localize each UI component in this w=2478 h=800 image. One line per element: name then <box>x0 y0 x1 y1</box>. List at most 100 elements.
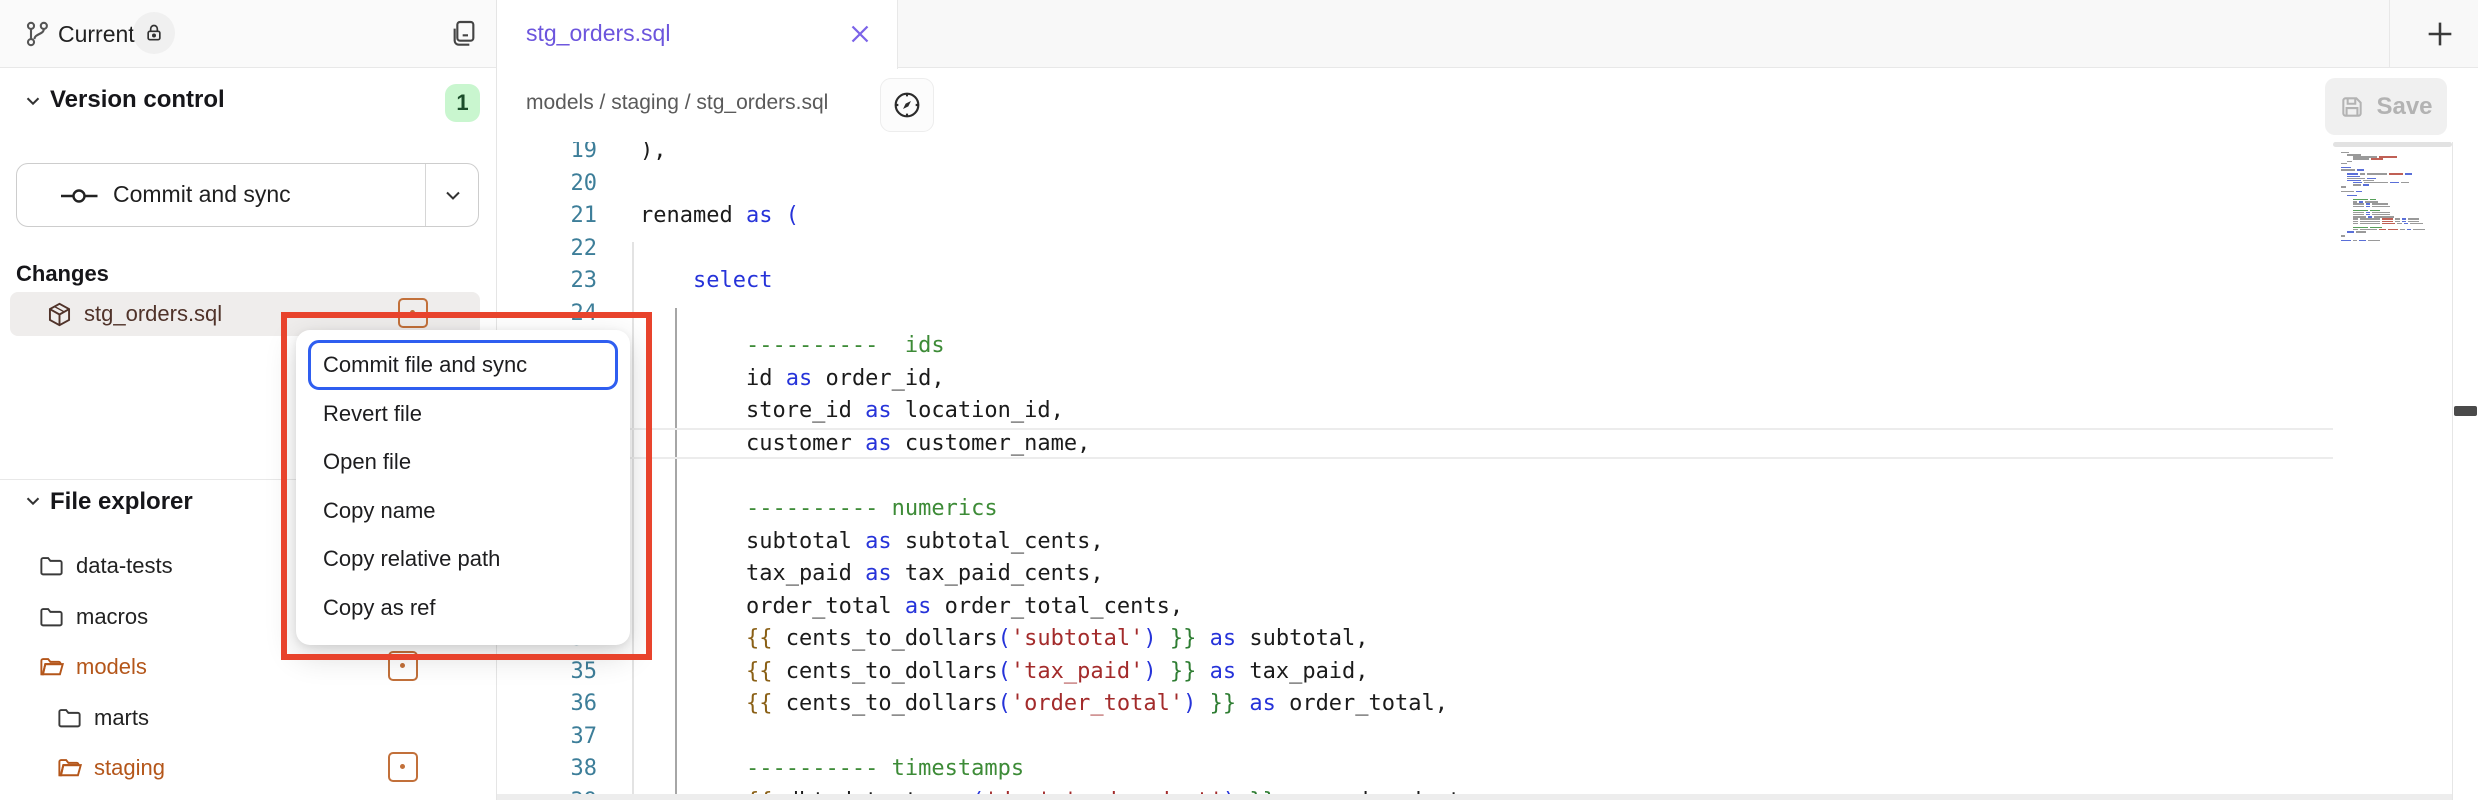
line-number: 24 <box>537 297 597 330</box>
code-text: {{ cents_to_dollars('subtotal') }} as su… <box>640 622 1369 655</box>
compass-icon <box>891 89 923 121</box>
git-branch-icon <box>24 20 52 48</box>
code-text: {{ cents_to_dollars('order_total') }} as… <box>640 687 1448 720</box>
line-number: 37 <box>537 720 597 753</box>
code-text: select <box>640 264 772 297</box>
file-context-menu: Commit file and sync Revert file Open file… <box>296 330 630 645</box>
code-line-20[interactable]: 20 <box>497 167 2478 200</box>
panel-divider <box>2452 142 2453 800</box>
code-line-26[interactable]: 26 id as order_id, <box>497 362 2478 395</box>
horizontal-scrollbar[interactable] <box>497 794 2452 800</box>
code-text: ---------- timestamps <box>640 752 1024 785</box>
line-number: 38 <box>537 752 597 785</box>
menu-item-open-file[interactable]: Open file <box>296 438 630 487</box>
explorer-item-marts[interactable]: marts <box>0 694 496 745</box>
code-text: id as order_id, <box>640 362 945 395</box>
explorer-item-models[interactable]: models <box>0 643 496 694</box>
save-button[interactable]: Save <box>2325 78 2447 135</box>
tab-stg-orders[interactable]: stg_orders.sql <box>497 0 898 69</box>
new-tab-button[interactable] <box>2412 8 2468 60</box>
changes-section-title: Changes <box>16 261 109 287</box>
tab-bar: stg_orders.sql <box>497 0 2478 68</box>
changed-file-name: stg_orders.sql <box>84 301 222 327</box>
code-line-29[interactable]: 29 <box>497 460 2478 493</box>
code-line-35[interactable]: 35 {{ cents_to_dollars('tax_paid') }} as… <box>497 655 2478 688</box>
explorer-item-label: macros <box>76 604 148 630</box>
version-control-header[interactable]: Version control 1 <box>0 80 496 122</box>
minimap-content <box>2341 152 2449 242</box>
save-floppy-icon <box>2339 94 2365 120</box>
code-line-38[interactable]: 38 ---------- timestamps <box>497 752 2478 785</box>
line-number: 36 <box>537 687 597 720</box>
code-text: subtotal as subtotal_cents, <box>640 525 1104 558</box>
editor-toolbar: models / staging / stg_orders.sql Save <box>497 69 2478 142</box>
branch-name: Current <box>58 21 135 48</box>
code-text: renamed as ( <box>640 199 799 232</box>
menu-item-label: Revert file <box>323 401 422 426</box>
commit-and-sync-button[interactable]: Commit and sync <box>16 163 479 227</box>
line-number: 20 <box>537 167 597 200</box>
code-line-37[interactable]: 37 <box>497 720 2478 753</box>
panel-drag-handle[interactable] <box>2454 406 2477 416</box>
save-button-label: Save <box>2376 93 2432 121</box>
minimap[interactable] <box>2333 142 2452 382</box>
breadcrumb: models / staging / stg_orders.sql <box>526 91 828 115</box>
code-line-31[interactable]: 31 subtotal as subtotal_cents, <box>497 525 2478 558</box>
version-control-title: Version control <box>50 86 225 114</box>
line-number: 35 <box>537 655 597 688</box>
code-line-27[interactable]: 27 store_id as location_id, <box>497 394 2478 427</box>
code-line-34[interactable]: 34 {{ cents_to_dollars('subtotal') }} as… <box>497 622 2478 655</box>
code-line-28[interactable]: 28 customer as customer_name, <box>497 427 2478 460</box>
menu-item-label: Copy as ref <box>323 595 436 620</box>
code-text: ), <box>640 142 667 167</box>
branch-bar: Current <box>0 0 496 68</box>
folder-open-icon <box>38 654 65 681</box>
close-icon[interactable] <box>845 19 875 49</box>
git-commit-icon <box>59 182 99 210</box>
code-text: customer as customer_name, <box>640 427 1090 460</box>
copy-pages-icon[interactable] <box>448 18 480 50</box>
code-line-25[interactable]: 25 ---------- ids <box>497 329 2478 362</box>
chevron-down-icon <box>22 90 44 112</box>
menu-item-copy-name[interactable]: Copy name <box>296 487 630 536</box>
code-text: ---------- ids <box>640 329 945 362</box>
line-number: 23 <box>537 264 597 297</box>
line-number: 19 <box>537 142 597 167</box>
code-line-36[interactable]: 36 {{ cents_to_dollars('order_total') }}… <box>497 687 2478 720</box>
menu-item-label: Open file <box>323 449 411 474</box>
menu-item-commit-file-and-sync[interactable]: Commit file and sync <box>296 341 630 390</box>
menu-item-copy-relative-path[interactable]: Copy relative path <box>296 535 630 584</box>
code-line-24[interactable]: 24 <box>497 297 2478 330</box>
explorer-item-label: data-tests <box>76 553 173 579</box>
code-line-23[interactable]: 23 select <box>497 264 2478 297</box>
menu-item-revert-file[interactable]: Revert file <box>296 390 630 439</box>
folder-open-icon <box>56 755 83 782</box>
code-line-19[interactable]: 19), <box>497 142 2478 167</box>
menu-item-label: Copy name <box>323 498 436 523</box>
chevron-down-icon <box>441 183 465 207</box>
lock-icon <box>133 12 175 54</box>
code-line-22[interactable]: 22 <box>497 232 2478 265</box>
code-line-21[interactable]: 21 renamed as ( <box>497 199 2478 232</box>
lineage-button[interactable] <box>880 78 934 132</box>
explorer-item-staging[interactable]: staging <box>0 744 496 795</box>
chevron-down-icon <box>22 490 44 512</box>
explorer-item-label: models <box>76 654 147 680</box>
menu-item-copy-as-ref[interactable]: Copy as ref <box>296 584 630 633</box>
commit-button-label: Commit and sync <box>113 181 291 208</box>
file-explorer-title: File explorer <box>50 488 193 516</box>
menu-item-label: Copy relative path <box>323 546 500 571</box>
code-text: ---------- numerics <box>640 492 998 525</box>
code-line-30[interactable]: 30 ---------- numerics <box>497 492 2478 525</box>
line-number: 21 <box>537 199 597 232</box>
code-editor[interactable]: 19),2021renamed as (2223 select2425 ----… <box>497 142 2478 800</box>
code-line-33[interactable]: 33 order_total as order_total_cents, <box>497 590 2478 623</box>
folder-icon <box>56 705 83 732</box>
focus-ring <box>308 340 618 390</box>
explorer-item-label: staging <box>94 755 165 781</box>
commit-dropdown-button[interactable] <box>425 164 480 226</box>
code-line-32[interactable]: 32 tax_paid as tax_paid_cents, <box>497 557 2478 590</box>
minimap-slider[interactable] <box>2333 142 2452 147</box>
modified-folder-badge <box>388 752 418 782</box>
line-number: 22 <box>537 232 597 265</box>
